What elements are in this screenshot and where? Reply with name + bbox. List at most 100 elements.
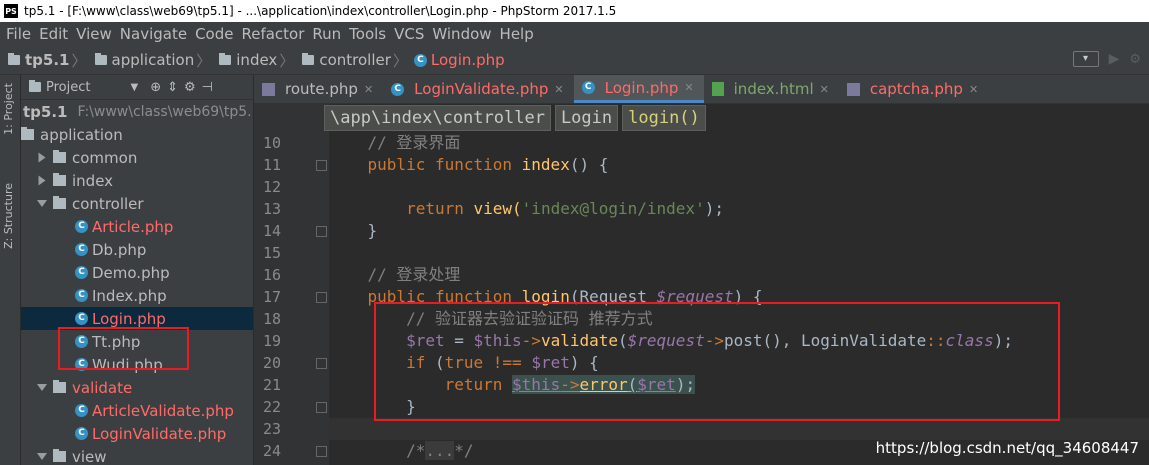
nav-crumb-project[interactable]: tp5.1 〉 (0, 50, 87, 71)
close-icon[interactable]: ✕ (554, 83, 563, 96)
class-icon: C (75, 266, 88, 279)
collapse-icon[interactable]: ⇕ (167, 80, 178, 95)
code-text: } (367, 221, 378, 240)
tree-item-label: Db.php (92, 240, 147, 259)
nav-crumb-file[interactable]: C Login.php (408, 51, 505, 69)
tree-item[interactable]: C Article.php (21, 215, 253, 238)
tree-item[interactable]: view (21, 445, 253, 465)
tree-item[interactable]: C Demo.php (21, 261, 253, 284)
class-icon: C (581, 81, 595, 94)
menu-view[interactable]: View (70, 25, 112, 43)
tree-item[interactable]: index (21, 169, 253, 192)
folder-icon (53, 150, 66, 163)
comment: // 登录界面 (367, 133, 461, 152)
menu-run[interactable]: Run (306, 25, 341, 43)
tree-item-label: Demo.php (92, 263, 170, 282)
close-icon[interactable]: ✕ (364, 83, 373, 96)
menu-file[interactable]: File (0, 25, 31, 43)
code-area[interactable]: // 登录界面 public function index() { return… (329, 104, 1149, 465)
menu-edit[interactable]: Edit (33, 25, 68, 43)
tree-item-label: index (72, 171, 114, 190)
project-tool-tab[interactable]: 1: Project (2, 83, 15, 135)
fold-marker-icon[interactable] (316, 358, 327, 369)
crosshair-icon[interactable]: ⊕ (150, 80, 161, 95)
tree-root-path: F:\www\class\web69\tp5.1 (77, 103, 253, 120)
menu-vcs[interactable]: VCS (388, 25, 424, 43)
tree-item-label: common (72, 148, 138, 167)
tree-item[interactable]: application (21, 123, 253, 146)
watermark: https://blog.csdn.net/qq_34608447 (875, 439, 1139, 457)
phpstorm-logo-icon: PS (4, 4, 18, 18)
folder-icon (94, 53, 107, 65)
tree-root[interactable]: tp5.1 F:\www\class\web69\tp5.1 (21, 100, 253, 123)
close-icon[interactable]: ✕ (820, 83, 829, 96)
run-icon[interactable]: ▶ (1109, 51, 1120, 67)
folder-icon (53, 449, 66, 462)
menu-help[interactable]: Help (494, 25, 534, 43)
close-icon[interactable]: ✕ (969, 83, 978, 96)
tab-route-php[interactable]: route.php ✕ (254, 75, 383, 103)
structure-tool-tab[interactable]: Z: Structure (2, 183, 15, 249)
line-number: 20 (262, 354, 281, 372)
code-editor[interactable]: 10 11 12 13 14 15 16 17 18 19 20 21 22 2… (254, 104, 1149, 465)
menu-refactor[interactable]: Refactor (235, 25, 304, 43)
comment: */ (454, 441, 474, 460)
menu-navigate[interactable]: Navigate (114, 25, 187, 43)
code-crumb-class[interactable]: Login (554, 105, 619, 131)
folder-icon (21, 127, 34, 140)
close-icon[interactable]: ✕ (684, 81, 693, 94)
code-line-11: public function index() { (329, 154, 1149, 176)
nav-crumb-controller[interactable]: controller 〉 (294, 50, 408, 71)
collapsed-arrow-icon[interactable] (38, 152, 46, 163)
tree-item[interactable]: C ArticleValidate.php (21, 399, 253, 422)
tab-index-html[interactable]: index.html ✕ (704, 75, 839, 103)
fold-marker-icon[interactable] (316, 446, 327, 457)
menu-code[interactable]: Code (189, 25, 233, 43)
debug-icon[interactable]: ⚙ (1129, 52, 1141, 67)
menu-tools[interactable]: Tools (343, 25, 386, 43)
hide-icon[interactable]: ⊣ (202, 80, 213, 95)
collapsed-arrow-icon[interactable] (38, 175, 46, 186)
menu-window[interactable]: Window (426, 25, 491, 43)
expanded-arrow-icon[interactable] (37, 200, 47, 207)
tree-item[interactable]: validate (21, 376, 253, 399)
fold-marker-icon[interactable] (316, 402, 327, 413)
menu-bar: File Edit View Navigate Code Refactor Ru… (0, 22, 1149, 46)
fold-marker-icon[interactable] (316, 226, 327, 237)
tree-item[interactable]: C LoginValidate.php (21, 422, 253, 445)
fold-marker-icon[interactable] (316, 292, 327, 303)
code-text: () { (569, 155, 609, 174)
tree-item[interactable]: C Db.php (21, 238, 253, 261)
run-toolbar: ▾ ▶ ⚙ (1072, 51, 1141, 67)
tree-item-label: Login.php (92, 309, 166, 328)
nav-crumb-label: index (236, 51, 278, 69)
tree-item[interactable]: C Index.php (21, 284, 253, 307)
tab-login-php[interactable]: C Login.php ✕ (573, 75, 704, 103)
class-icon: C (75, 243, 88, 256)
code-crumb-method[interactable]: login() (622, 105, 706, 131)
project-view-selector[interactable]: Project (46, 80, 90, 95)
comment: /* (406, 441, 426, 460)
chevron-down-icon[interactable]: ▼ (130, 82, 138, 93)
line-number: 11 (262, 156, 281, 174)
folder-icon (302, 53, 315, 65)
tab-label: index.html (733, 80, 814, 98)
tree-item[interactable]: controller (21, 192, 253, 215)
folded-region[interactable]: ... (425, 441, 455, 460)
tab-loginvalidate-php[interactable]: C LoginValidate.php ✕ (383, 75, 573, 103)
expanded-arrow-icon[interactable] (37, 453, 47, 460)
tree-item[interactable]: common (21, 146, 253, 169)
php-file-icon (262, 82, 275, 96)
folder-icon (53, 380, 66, 393)
nav-crumb-application[interactable]: application 〉 (87, 50, 211, 71)
code-crumb-namespace[interactable]: \app\index\controller (324, 105, 551, 131)
fold-marker-icon[interactable] (316, 160, 327, 171)
run-config-dropdown[interactable]: ▾ (1072, 51, 1099, 67)
line-number: 13 (262, 200, 281, 218)
tab-captcha-php[interactable]: captcha.php ✕ (839, 75, 988, 103)
gear-icon[interactable]: ⚙ (184, 80, 196, 95)
expanded-arrow-icon[interactable] (37, 384, 47, 391)
code-line-10: // 登录界面 (329, 132, 1149, 154)
nav-crumb-index[interactable]: index 〉 (211, 50, 294, 71)
comment: // 登录处理 (367, 265, 461, 284)
